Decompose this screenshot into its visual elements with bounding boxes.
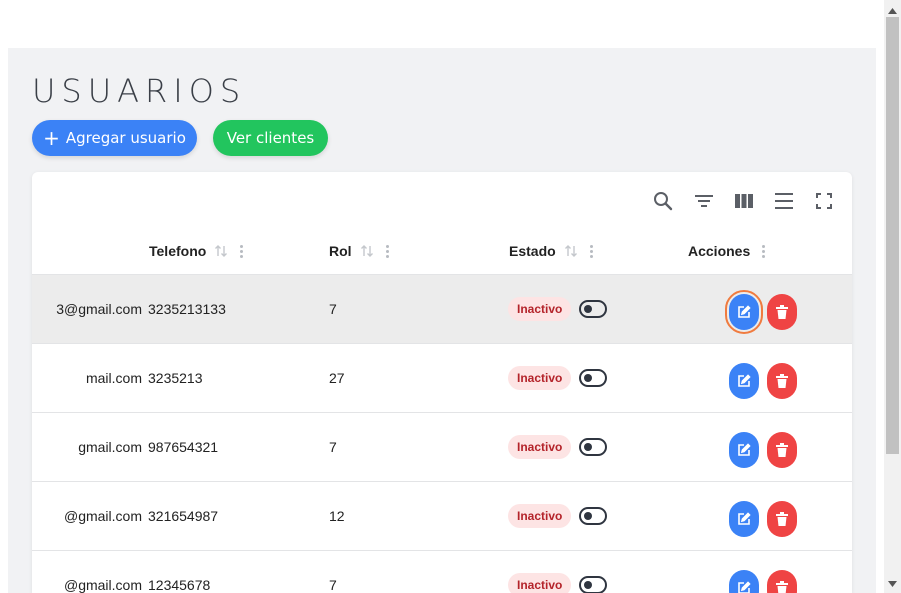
- status-toggle[interactable]: [579, 438, 607, 456]
- edit-icon: [738, 443, 751, 456]
- edit-icon: [738, 305, 751, 318]
- status-toggle[interactable]: [579, 369, 607, 387]
- sort-icon[interactable]: [214, 244, 228, 258]
- status-badge: Inactivo: [508, 297, 572, 321]
- status-badge: Inactivo: [508, 504, 572, 528]
- scroll-up-icon[interactable]: [884, 2, 901, 19]
- delete-button[interactable]: [767, 363, 797, 399]
- status-toggle[interactable]: [579, 576, 607, 593]
- table-header: Telefono Rol Estado Acciones: [32, 228, 852, 275]
- trash-icon: [776, 374, 788, 388]
- edit-icon: [738, 512, 751, 525]
- email-cell: 3@gmail.com: [56, 301, 142, 317]
- column-header-acciones: Acciones: [688, 228, 766, 274]
- column-header-estado[interactable]: Estado: [509, 228, 593, 274]
- trash-icon: [776, 443, 788, 457]
- page-title: USUARIOS: [32, 72, 247, 110]
- rol-cell: 7: [329, 301, 337, 317]
- email-cell: gmail.com: [78, 439, 142, 455]
- column-header-rol[interactable]: Rol: [329, 228, 389, 274]
- status-badge: Inactivo: [508, 366, 572, 390]
- sort-icon[interactable]: [564, 244, 578, 258]
- status-toggle[interactable]: [579, 300, 607, 318]
- rol-cell: 7: [329, 577, 337, 593]
- table-row[interactable]: 3@gmail.com 3235213133 7 Inactivo: [32, 275, 852, 344]
- plus-icon: +: [43, 126, 60, 150]
- add-user-label: Agregar usuario: [65, 129, 186, 147]
- edit-button[interactable]: [729, 432, 759, 468]
- fullscreen-icon[interactable]: [813, 190, 835, 212]
- telefono-cell: 3235213: [148, 370, 203, 386]
- add-user-button[interactable]: + Agregar usuario: [32, 120, 197, 156]
- delete-button[interactable]: [767, 570, 797, 593]
- sort-icon[interactable]: [360, 244, 374, 258]
- filter-icon[interactable]: [693, 190, 715, 212]
- scrollbar-thumb[interactable]: [886, 17, 899, 454]
- status-badge: Inactivo: [508, 573, 572, 593]
- column-header-telefono[interactable]: Telefono: [149, 228, 244, 274]
- telefono-cell: 321654987: [148, 508, 219, 524]
- status-toggle[interactable]: [579, 507, 607, 525]
- table-row[interactable]: @gmail.com 12345678 7 Inactivo: [32, 551, 852, 593]
- rol-cell: 7: [329, 439, 337, 455]
- density-icon[interactable]: [773, 190, 795, 212]
- column-menu-icon[interactable]: [762, 244, 766, 258]
- edit-button[interactable]: [725, 290, 763, 334]
- telefono-cell: 3235213133: [148, 301, 226, 317]
- telefono-cell: 12345678: [148, 577, 211, 593]
- email-cell: @gmail.com: [63, 577, 142, 593]
- column-menu-icon[interactable]: [589, 244, 593, 258]
- telefono-cell: 987654321: [148, 439, 219, 455]
- scroll-down-icon[interactable]: [884, 575, 901, 592]
- trash-icon: [776, 581, 788, 593]
- delete-button[interactable]: [767, 501, 797, 537]
- status-badge: Inactivo: [508, 435, 572, 459]
- edit-button[interactable]: [729, 570, 759, 593]
- table-row[interactable]: gmail.com 987654321 7 Inactivo: [32, 413, 852, 482]
- email-cell: @gmail.com: [63, 508, 142, 524]
- edit-icon: [738, 581, 751, 593]
- edit-icon: [738, 374, 751, 387]
- table-row[interactable]: mail.com 3235213 27 Inactivo: [32, 344, 852, 413]
- view-clients-button[interactable]: Ver clientes: [213, 120, 328, 156]
- trash-icon: [776, 512, 788, 526]
- column-menu-icon[interactable]: [240, 244, 244, 258]
- rol-cell: 27: [329, 370, 345, 386]
- email-cell: mail.com: [85, 370, 142, 386]
- delete-button[interactable]: [767, 294, 797, 330]
- column-menu-icon[interactable]: [385, 244, 389, 258]
- delete-button[interactable]: [767, 432, 797, 468]
- edit-button[interactable]: [729, 501, 759, 537]
- search-icon[interactable]: [652, 190, 674, 212]
- edit-button[interactable]: [729, 363, 759, 399]
- table-row[interactable]: @gmail.com 321654987 12 Inactivo: [32, 482, 852, 551]
- rol-cell: 12: [329, 508, 345, 524]
- trash-icon: [776, 305, 788, 319]
- columns-icon[interactable]: [733, 190, 755, 212]
- users-table-card: Telefono Rol Estado Acciones 3@gmail.com…: [32, 172, 852, 593]
